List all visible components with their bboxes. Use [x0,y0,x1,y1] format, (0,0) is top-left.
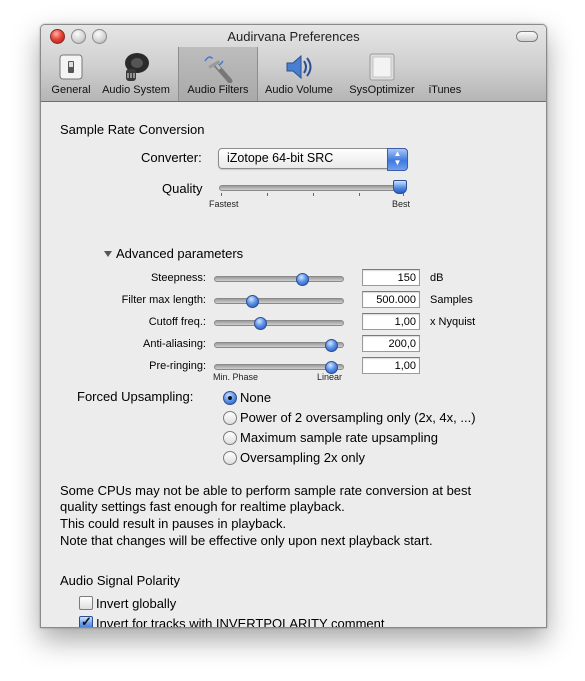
toolbar-itunes-label: iTunes [428,84,462,96]
radio-none-label[interactable]: None [240,390,271,405]
note-line-1: Some CPUs may not be able to perform sam… [60,483,472,498]
radio-max-rate[interactable] [223,431,237,445]
popup-arrows-icon: ▲ ▼ [387,148,408,171]
param-field[interactable]: 1,00 [362,357,420,374]
param-unit: x Nyquist [430,316,476,328]
volume-icon [286,54,312,80]
quality-max-label: Best [392,199,411,209]
radio-max-rate-label[interactable]: Maximum sample rate upsampling [240,430,438,445]
filter-icon [204,56,233,83]
radio-power-of-2[interactable] [223,411,237,425]
toolbar-sysoptimizer[interactable]: SysOptimizer [342,47,422,101]
param-slider-knob[interactable] [325,339,339,352]
param-label: Pre-ringing: [149,360,206,372]
param-field[interactable]: 1,00 [362,313,420,330]
toolbar-itunes[interactable]: iTunes [425,47,465,101]
speaker-icon [125,53,149,81]
upsampling-label: Forced Upsampling: [77,389,194,404]
param-unit: dB [430,272,444,284]
invert-tag-checkbox[interactable]: ✓ [79,614,93,628]
quality-tick [221,193,222,196]
invert-globally-checkbox[interactable] [79,596,93,610]
toolbar-audio-system[interactable]: Audio System [97,47,175,101]
param-slider-track[interactable] [214,298,344,304]
src-heading: Sample Rate Conversion [60,122,205,137]
param-field[interactable]: 500.000 [362,291,420,308]
param-label: Cutoff freq.: [148,316,206,328]
param-label: Anti-aliasing: [143,338,206,350]
invert-globally-label[interactable]: Invert globally [96,596,176,611]
toolbar-audio-volume-label: Audio Volume [265,84,333,96]
radio-oversampling-2x-label[interactable]: Oversampling 2x only [240,450,365,465]
title-bar: Audirvana Preferences General Audio Syst… [41,25,546,102]
optimizer-icon [369,53,395,81]
quality-tick [313,193,314,196]
disclosure-triangle-icon[interactable] [104,251,112,257]
quality-label: Quality [162,181,203,196]
param-slider-track[interactable] [214,320,344,326]
param-slider-knob[interactable] [295,273,309,286]
prering-min-label: Min. Phase [213,372,259,382]
converter-popup[interactable]: iZotope 64-bit SRC ▲ ▼ [218,148,408,171]
converter-label: Converter: [141,150,202,165]
invert-tag-label[interactable]: Invert for tracks with INVERTPOLARITY co… [96,616,385,627]
toolbar-toggle-button[interactable] [516,31,538,42]
quality-min-label: Fastest [209,199,239,209]
param-slider-knob[interactable] [245,295,259,308]
converter-value: iZotope 64-bit SRC [227,151,334,165]
toolbar-general-label: General [51,84,91,96]
radio-oversampling-2x[interactable] [223,451,237,465]
toolbar-audio-filters[interactable]: Audio Filters [178,47,258,101]
toolbar-audio-filters-label: Audio Filters [187,84,249,96]
param-unit: Samples [430,294,473,306]
toolbar-audio-volume[interactable]: Audio Volume [259,47,339,101]
param-label: Filter max length: [121,294,206,306]
checkmark-icon: ✓ [81,614,92,628]
quality-tick [403,193,404,196]
param-field[interactable]: 200,0 [362,335,420,352]
note-line-4: Note that changes will be effective only… [60,533,433,548]
param-slider-track[interactable] [214,276,344,282]
param-slider-knob[interactable] [253,317,267,330]
quality-slider-track[interactable] [219,185,407,191]
note-line-3: This could result in pauses in playback. [60,516,287,531]
note-line-2: quality settings fast enough for realtim… [60,499,345,514]
window-title: Audirvana Preferences [227,29,360,44]
param-field[interactable]: 150 [362,269,420,286]
radio-power-of-2-label[interactable]: Power of 2 oversampling only (2x, 4x, ..… [240,410,476,425]
polarity-heading: Audio Signal Polarity [60,573,180,588]
preferences-window: Audirvana Preferences General Audio Syst… [40,24,547,628]
advanced-parameters-label[interactable]: Advanced parameters [116,246,243,261]
prering-max-label: Linear [317,372,343,382]
audio-filters-pane: Sample Rate Conversion Converter: iZotop… [41,102,546,627]
switch-icon [59,54,83,80]
radio-none[interactable] [223,391,237,405]
toolbar-audio-system-label: Audio System [102,84,170,96]
param-label: Steepness: [150,272,206,284]
quality-slider-knob[interactable] [393,180,407,194]
toolbar-sysoptimizer-label: SysOptimizer [349,84,415,96]
quality-tick [359,193,360,196]
quality-tick [267,193,268,196]
toolbar-general[interactable]: General [47,47,95,101]
